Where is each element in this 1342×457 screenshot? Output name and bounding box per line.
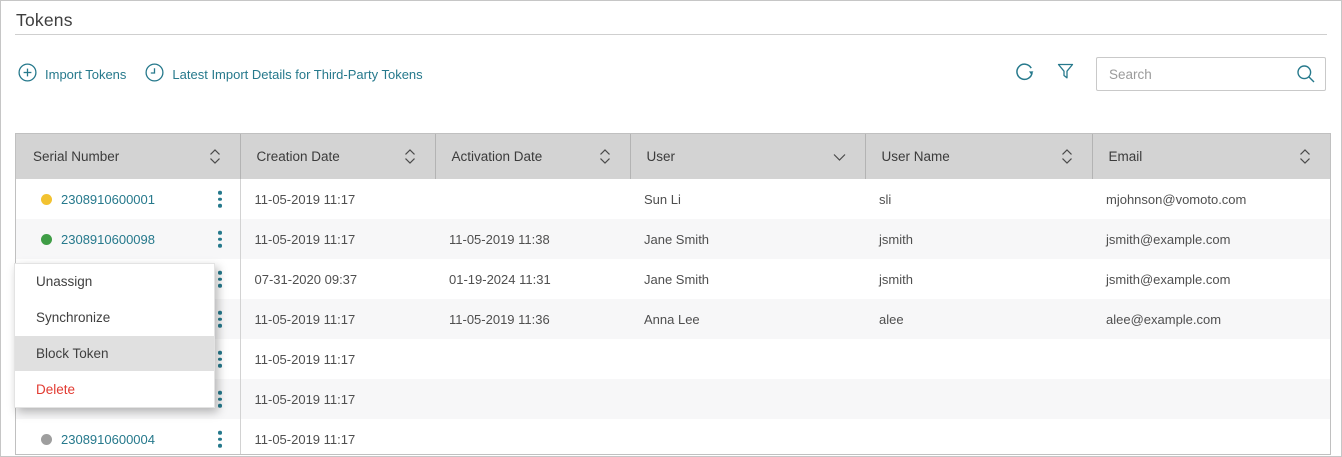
- user-cell: Jane Smith: [644, 271, 710, 287]
- row-menu-kebab-icon[interactable]: [214, 269, 226, 290]
- import-tokens-button[interactable]: Import Tokens: [18, 63, 126, 85]
- sort-icon: [599, 149, 610, 164]
- user-name-cell: jsmith: [879, 271, 913, 287]
- page-title: Tokens: [16, 10, 73, 30]
- sort-icon: [1300, 149, 1310, 164]
- latest-import-details-button[interactable]: Latest Import Details for Third-Party To…: [145, 63, 423, 85]
- column-label: User: [646, 149, 676, 164]
- activation-date-cell: [435, 379, 630, 419]
- user-name-cell: [865, 379, 1092, 419]
- refresh-icon: [1014, 61, 1035, 87]
- row-menu-kebab-icon[interactable]: [214, 349, 226, 370]
- search-icon: [1297, 65, 1315, 83]
- activation-date-cell: [435, 419, 630, 454]
- column-label: Email: [1108, 149, 1143, 164]
- creation-date-cell: 11-05-2019 11:17: [240, 299, 435, 339]
- creation-date-cell: 11-05-2019 11:17: [240, 219, 435, 259]
- sort-icon: [404, 149, 415, 164]
- toolbar-left: Import Tokens Latest Import Details for …: [18, 63, 423, 85]
- status-dot: [41, 193, 52, 205]
- email-cell: mjohnson@vomoto.com: [1106, 191, 1247, 207]
- tokens-page: Tokens Import Tokens Latest Import Detai…: [0, 0, 1342, 457]
- row-menu-kebab-icon[interactable]: [214, 189, 226, 210]
- search-box: [1096, 57, 1326, 91]
- column-header-email[interactable]: Email: [1091, 134, 1330, 179]
- plus-circle-icon: [18, 63, 37, 85]
- sort-icon: [1061, 149, 1072, 164]
- activation-date-cell: 01-19-2024 11:31: [449, 271, 551, 287]
- column-label: Creation Date: [256, 149, 340, 164]
- column-header-creation-date[interactable]: Creation Date: [239, 134, 435, 179]
- serial-number-link[interactable]: 2308910600098: [61, 232, 155, 247]
- search-input[interactable]: [1096, 57, 1326, 91]
- table-row[interactable]: 2308910600004 11-05-2019 11:17: [16, 419, 1330, 454]
- filter-icon: [1056, 62, 1075, 86]
- table-row[interactable]: 2308910600098 11-05-2019 11:17 11-05-201…: [16, 219, 1330, 259]
- user-cell: [630, 339, 865, 379]
- user-cell: Anna Lee: [630, 299, 865, 339]
- creation-date-cell: 11-05-2019 11:17: [254, 191, 356, 207]
- menu-item-delete[interactable]: Delete: [15, 371, 214, 407]
- user-name-cell: [865, 339, 1092, 379]
- column-label: User Name: [881, 149, 950, 164]
- email-cell: jsmith@example.com: [1106, 271, 1231, 287]
- activation-date-cell: 11-05-2019 11:36: [435, 299, 630, 339]
- column-header-user-name[interactable]: User Name: [864, 134, 1092, 179]
- status-dot: [41, 233, 52, 245]
- import-tokens-label: Import Tokens: [45, 66, 127, 82]
- table-header-row: Serial Number Creation Date Activation D…: [16, 134, 1330, 179]
- row-menu-kebab-icon[interactable]: [214, 229, 226, 250]
- row-context-menu: Unassign Synchronize Block Token Delete: [14, 263, 215, 408]
- column-header-user[interactable]: User: [629, 134, 865, 179]
- email-cell: [1092, 379, 1330, 419]
- creation-date-cell: 07-31-2020 09:37: [254, 271, 358, 287]
- user-name-cell: alee: [865, 299, 1092, 339]
- menu-item-unassign[interactable]: Unassign: [15, 264, 214, 300]
- refresh-button[interactable]: [1014, 61, 1035, 87]
- latest-import-details-label: Latest Import Details for Third-Party To…: [172, 66, 423, 82]
- column-header-activation-date[interactable]: Activation Date: [434, 134, 630, 179]
- status-dot: [41, 433, 52, 445]
- serial-number-link[interactable]: 2308910600001: [61, 192, 155, 207]
- activation-date-cell: 11-05-2019 11:38: [435, 219, 630, 259]
- email-cell: [1092, 339, 1330, 379]
- user-name-cell: sli: [879, 191, 892, 207]
- title-divider: [15, 34, 1327, 35]
- creation-date-cell: 11-05-2019 11:17: [254, 431, 356, 447]
- activation-date-cell: [435, 339, 630, 379]
- row-menu-kebab-icon[interactable]: [214, 429, 226, 450]
- email-cell: alee@example.com: [1092, 299, 1330, 339]
- email-cell: [1092, 419, 1330, 454]
- user-name-cell: [865, 419, 1092, 454]
- user-cell: Sun Li: [644, 191, 681, 207]
- table-row[interactable]: 2308910600001 11-05-2019 11:17 Sun Li sl…: [16, 179, 1330, 219]
- serial-number-link[interactable]: 2308910600004: [61, 432, 155, 447]
- chevron-down-icon: [833, 153, 845, 161]
- user-cell: [630, 419, 865, 454]
- column-header-serial-number[interactable]: Serial Number: [16, 134, 240, 179]
- email-cell: jsmith@example.com: [1092, 219, 1330, 259]
- toolbar-right: [1014, 57, 1326, 91]
- menu-item-block-token[interactable]: Block Token: [15, 335, 214, 372]
- menu-item-synchronize[interactable]: Synchronize: [15, 300, 214, 336]
- sort-icon: [209, 149, 220, 164]
- filter-button[interactable]: [1056, 62, 1075, 86]
- row-menu-kebab-icon[interactable]: [214, 309, 226, 330]
- row-menu-kebab-icon[interactable]: [214, 389, 226, 410]
- user-cell: [630, 379, 865, 419]
- activation-date-cell: [435, 179, 630, 219]
- user-name-cell: jsmith: [865, 219, 1092, 259]
- clock-icon: [145, 63, 164, 85]
- user-cell: Jane Smith: [630, 219, 865, 259]
- creation-date-cell: 11-05-2019 11:17: [240, 379, 435, 419]
- column-label: Activation Date: [451, 149, 543, 164]
- creation-date-cell: 11-05-2019 11:17: [254, 351, 356, 367]
- column-label: Serial Number: [33, 149, 120, 164]
